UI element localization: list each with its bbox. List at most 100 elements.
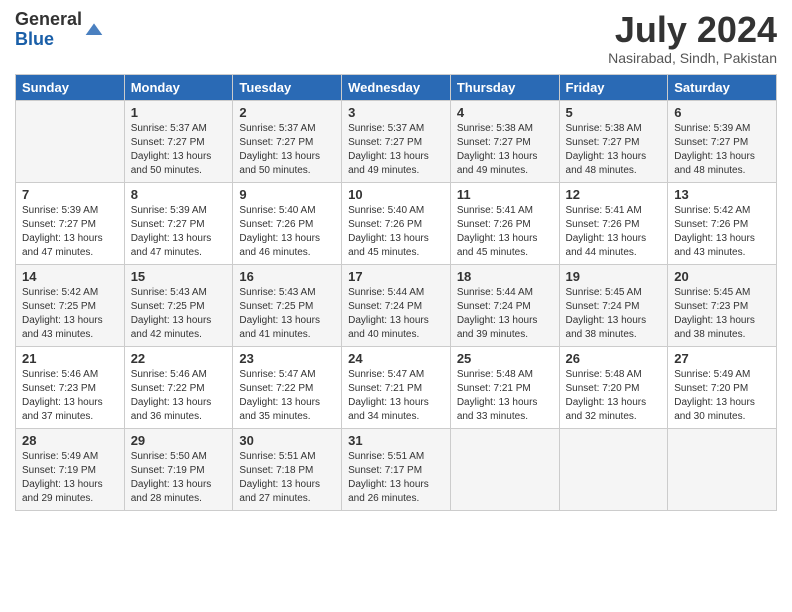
day-number: 6 bbox=[674, 105, 770, 120]
day-number: 15 bbox=[131, 269, 227, 284]
day-info: Sunrise: 5:47 AM Sunset: 7:22 PM Dayligh… bbox=[239, 369, 320, 422]
day-number: 4 bbox=[457, 105, 553, 120]
day-info: Sunrise: 5:49 AM Sunset: 7:20 PM Dayligh… bbox=[674, 369, 755, 422]
day-info: Sunrise: 5:37 AM Sunset: 7:27 PM Dayligh… bbox=[348, 123, 429, 176]
day-info: Sunrise: 5:39 AM Sunset: 7:27 PM Dayligh… bbox=[22, 205, 103, 258]
calendar-cell: 28 Sunrise: 5:49 AM Sunset: 7:19 PM Dayli… bbox=[16, 428, 125, 510]
day-info: Sunrise: 5:38 AM Sunset: 7:27 PM Dayligh… bbox=[457, 123, 538, 176]
day-info: Sunrise: 5:51 AM Sunset: 7:17 PM Dayligh… bbox=[348, 451, 429, 504]
logo: General Blue bbox=[15, 10, 104, 50]
col-header-tuesday: Tuesday bbox=[233, 74, 342, 100]
col-header-sunday: Sunday bbox=[16, 74, 125, 100]
day-number: 10 bbox=[348, 187, 444, 202]
day-number: 27 bbox=[674, 351, 770, 366]
week-row-1: 1Sunrise: 5:37 AM Sunset: 7:27 PM Daylig… bbox=[16, 100, 777, 182]
day-number: 5 bbox=[566, 105, 662, 120]
day-info: Sunrise: 5:45 AM Sunset: 7:24 PM Dayligh… bbox=[566, 287, 647, 340]
day-info: Sunrise: 5:42 AM Sunset: 7:25 PM Dayligh… bbox=[22, 287, 103, 340]
day-info: Sunrise: 5:46 AM Sunset: 7:22 PM Dayligh… bbox=[131, 369, 212, 422]
calendar-cell: 22 Sunrise: 5:46 AM Sunset: 7:22 PM Dayli… bbox=[124, 346, 233, 428]
calendar-cell: 16Sunrise: 5:43 AM Sunset: 7:25 PM Dayli… bbox=[233, 264, 342, 346]
day-number: 13 bbox=[674, 187, 770, 202]
location: Nasirabad, Sindh, Pakistan bbox=[608, 50, 777, 66]
day-info: Sunrise: 5:44 AM Sunset: 7:24 PM Dayligh… bbox=[348, 287, 429, 340]
day-number: 26 bbox=[566, 351, 662, 366]
day-number: 18 bbox=[457, 269, 553, 284]
calendar-cell: 23 Sunrise: 5:47 AM Sunset: 7:22 PM Dayli… bbox=[233, 346, 342, 428]
day-info: Sunrise: 5:43 AM Sunset: 7:25 PM Dayligh… bbox=[131, 287, 212, 340]
calendar-cell: 15 Sunrise: 5:43 AM Sunset: 7:25 PM Dayli… bbox=[124, 264, 233, 346]
logo-icon bbox=[84, 20, 104, 40]
day-number: 29 bbox=[131, 433, 227, 448]
day-number: 24 bbox=[348, 351, 444, 366]
calendar-cell: 12Sunrise: 5:41 AM Sunset: 7:26 PM Dayli… bbox=[559, 182, 668, 264]
col-header-friday: Friday bbox=[559, 74, 668, 100]
calendar-cell: 4 Sunrise: 5:38 AM Sunset: 7:27 PM Daylig… bbox=[450, 100, 559, 182]
day-info: Sunrise: 5:37 AM Sunset: 7:27 PM Dayligh… bbox=[131, 123, 212, 176]
day-info: Sunrise: 5:49 AM Sunset: 7:19 PM Dayligh… bbox=[22, 451, 103, 504]
day-info: Sunrise: 5:50 AM Sunset: 7:19 PM Dayligh… bbox=[131, 451, 212, 504]
day-info: Sunrise: 5:45 AM Sunset: 7:23 PM Dayligh… bbox=[674, 287, 755, 340]
day-info: Sunrise: 5:41 AM Sunset: 7:26 PM Dayligh… bbox=[457, 205, 538, 258]
week-row-3: 14 Sunrise: 5:42 AM Sunset: 7:25 PM Dayli… bbox=[16, 264, 777, 346]
day-number: 9 bbox=[239, 187, 335, 202]
calendar-cell: 29 Sunrise: 5:50 AM Sunset: 7:19 PM Dayli… bbox=[124, 428, 233, 510]
week-row-5: 28 Sunrise: 5:49 AM Sunset: 7:19 PM Dayli… bbox=[16, 428, 777, 510]
day-number: 17 bbox=[348, 269, 444, 284]
col-header-thursday: Thursday bbox=[450, 74, 559, 100]
title-block: July 2024 Nasirabad, Sindh, Pakistan bbox=[608, 10, 777, 66]
calendar-cell: 1Sunrise: 5:37 AM Sunset: 7:27 PM Daylig… bbox=[124, 100, 233, 182]
calendar-cell bbox=[16, 100, 125, 182]
day-info: Sunrise: 5:44 AM Sunset: 7:24 PM Dayligh… bbox=[457, 287, 538, 340]
day-info: Sunrise: 5:38 AM Sunset: 7:27 PM Dayligh… bbox=[566, 123, 647, 176]
calendar-cell: 11 Sunrise: 5:41 AM Sunset: 7:26 PM Dayli… bbox=[450, 182, 559, 264]
calendar-cell: 17 Sunrise: 5:44 AM Sunset: 7:24 PM Dayli… bbox=[342, 264, 451, 346]
calendar-cell: 30Sunrise: 5:51 AM Sunset: 7:18 PM Dayli… bbox=[233, 428, 342, 510]
logo-general-text: General bbox=[15, 10, 82, 30]
day-number: 12 bbox=[566, 187, 662, 202]
day-info: Sunrise: 5:39 AM Sunset: 7:27 PM Dayligh… bbox=[131, 205, 212, 258]
calendar-cell: 9 Sunrise: 5:40 AM Sunset: 7:26 PM Daylig… bbox=[233, 182, 342, 264]
day-info: Sunrise: 5:39 AM Sunset: 7:27 PM Dayligh… bbox=[674, 123, 755, 176]
week-row-4: 21 Sunrise: 5:46 AM Sunset: 7:23 PM Dayli… bbox=[16, 346, 777, 428]
calendar-cell: 20 Sunrise: 5:45 AM Sunset: 7:23 PM Dayli… bbox=[668, 264, 777, 346]
calendar-cell: 27 Sunrise: 5:49 AM Sunset: 7:20 PM Dayli… bbox=[668, 346, 777, 428]
col-header-saturday: Saturday bbox=[668, 74, 777, 100]
day-number: 28 bbox=[22, 433, 118, 448]
day-info: Sunrise: 5:42 AM Sunset: 7:26 PM Dayligh… bbox=[674, 205, 755, 258]
calendar-cell: 6 Sunrise: 5:39 AM Sunset: 7:27 PM Daylig… bbox=[668, 100, 777, 182]
calendar-cell: 31 Sunrise: 5:51 AM Sunset: 7:17 PM Dayli… bbox=[342, 428, 451, 510]
day-number: 3 bbox=[348, 105, 444, 120]
week-row-2: 7Sunrise: 5:39 AM Sunset: 7:27 PM Daylig… bbox=[16, 182, 777, 264]
logo-blue-text: Blue bbox=[15, 30, 82, 50]
month-title: July 2024 bbox=[608, 10, 777, 50]
day-info: Sunrise: 5:48 AM Sunset: 7:20 PM Dayligh… bbox=[566, 369, 647, 422]
day-number: 19 bbox=[566, 269, 662, 284]
day-number: 21 bbox=[22, 351, 118, 366]
day-number: 14 bbox=[22, 269, 118, 284]
day-number: 25 bbox=[457, 351, 553, 366]
day-number: 23 bbox=[239, 351, 335, 366]
day-info: Sunrise: 5:47 AM Sunset: 7:21 PM Dayligh… bbox=[348, 369, 429, 422]
day-info: Sunrise: 5:43 AM Sunset: 7:25 PM Dayligh… bbox=[239, 287, 320, 340]
col-header-monday: Monday bbox=[124, 74, 233, 100]
day-number: 11 bbox=[457, 187, 553, 202]
calendar-cell: 14 Sunrise: 5:42 AM Sunset: 7:25 PM Dayli… bbox=[16, 264, 125, 346]
day-number: 20 bbox=[674, 269, 770, 284]
calendar-cell: 5 Sunrise: 5:38 AM Sunset: 7:27 PM Daylig… bbox=[559, 100, 668, 182]
calendar-cell: 13 Sunrise: 5:42 AM Sunset: 7:26 PM Dayli… bbox=[668, 182, 777, 264]
calendar-cell: 2Sunrise: 5:37 AM Sunset: 7:27 PM Daylig… bbox=[233, 100, 342, 182]
day-info: Sunrise: 5:40 AM Sunset: 7:26 PM Dayligh… bbox=[348, 205, 429, 258]
day-number: 31 bbox=[348, 433, 444, 448]
calendar-cell bbox=[668, 428, 777, 510]
day-number: 22 bbox=[131, 351, 227, 366]
day-info: Sunrise: 5:40 AM Sunset: 7:26 PM Dayligh… bbox=[239, 205, 320, 258]
calendar-cell: 7Sunrise: 5:39 AM Sunset: 7:27 PM Daylig… bbox=[16, 182, 125, 264]
day-number: 30 bbox=[239, 433, 335, 448]
day-info: Sunrise: 5:46 AM Sunset: 7:23 PM Dayligh… bbox=[22, 369, 103, 422]
day-info: Sunrise: 5:37 AM Sunset: 7:27 PM Dayligh… bbox=[239, 123, 320, 176]
calendar-cell: 26 Sunrise: 5:48 AM Sunset: 7:20 PM Dayli… bbox=[559, 346, 668, 428]
calendar-cell: 3 Sunrise: 5:37 AM Sunset: 7:27 PM Daylig… bbox=[342, 100, 451, 182]
page-header: General Blue July 2024 Nasirabad, Sindh,… bbox=[15, 10, 777, 66]
day-number: 8 bbox=[131, 187, 227, 202]
